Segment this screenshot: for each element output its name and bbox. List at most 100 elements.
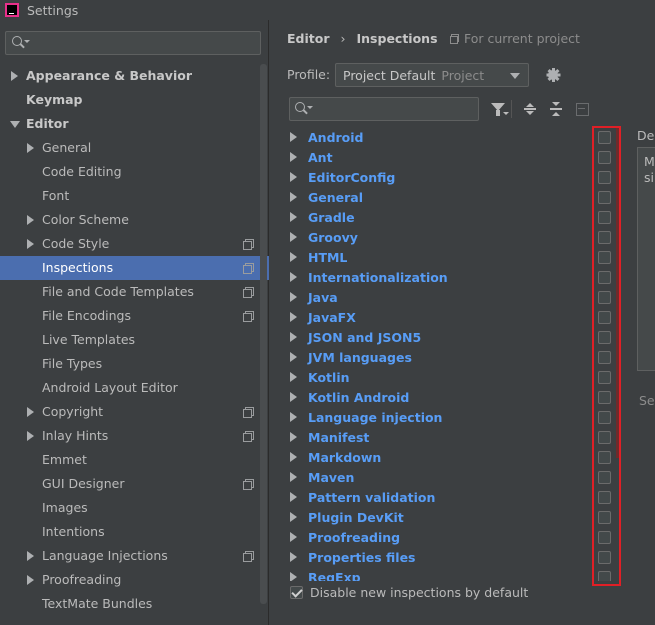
inspection-enable-checkbox[interactable] (598, 371, 611, 384)
inspection-group-row[interactable]: Android (285, 127, 620, 147)
sidebar-item-font[interactable]: Font (0, 184, 269, 208)
expand-arrow-icon[interactable] (290, 232, 297, 242)
sidebar-item-color-scheme[interactable]: Color Scheme (0, 208, 269, 232)
gear-icon[interactable] (546, 68, 560, 82)
sidebar-item-android-layout-editor[interactable]: Android Layout Editor (0, 376, 269, 400)
inspection-enable-checkbox[interactable] (598, 131, 611, 144)
inspection-enable-checkbox[interactable] (598, 351, 611, 364)
inspection-enable-checkbox[interactable] (598, 251, 611, 264)
inspections-search-input[interactable] (315, 102, 475, 116)
expand-arrow-icon[interactable] (290, 252, 297, 262)
expand-arrow-icon[interactable] (27, 575, 34, 585)
expand-arrow-icon[interactable] (290, 372, 297, 382)
inspection-enable-checkbox[interactable] (598, 331, 611, 344)
inspection-group-row[interactable]: General (285, 187, 620, 207)
inspection-enable-checkbox[interactable] (598, 511, 611, 524)
expand-arrow-icon[interactable] (27, 215, 34, 225)
inspection-group-row[interactable]: JavaFX (285, 307, 620, 327)
expand-arrow-icon[interactable] (27, 431, 34, 441)
inspection-enable-checkbox[interactable] (598, 211, 611, 224)
expand-arrow-icon[interactable] (290, 292, 297, 302)
expand-arrow-icon[interactable] (290, 152, 297, 162)
sidebar-item-code-editing[interactable]: Code Editing (0, 160, 269, 184)
inspection-group-row[interactable]: Ant (285, 147, 620, 167)
sidebar-item-code-style[interactable]: Code Style (0, 232, 269, 256)
inspection-group-row[interactable]: Kotlin (285, 367, 620, 387)
inspection-group-row[interactable]: Markdown (285, 447, 620, 467)
sidebar-item-images[interactable]: Images (0, 496, 269, 520)
sidebar-item-language-injections[interactable]: Language Injections (0, 544, 269, 568)
inspection-group-row[interactable]: RegExp (285, 567, 620, 581)
expand-arrow-icon[interactable] (290, 272, 297, 282)
inspection-group-row[interactable]: Gradle (285, 207, 620, 227)
inspection-group-row[interactable]: Properties files (285, 547, 620, 567)
inspection-group-row[interactable]: Groovy (285, 227, 620, 247)
expand-arrow-icon[interactable] (290, 572, 297, 581)
inspection-group-row[interactable]: EditorConfig (285, 167, 620, 187)
filter-icon[interactable] (490, 101, 509, 117)
inspection-group-row[interactable]: Manifest (285, 427, 620, 447)
inspections-scrollbar[interactable] (616, 128, 620, 458)
disable-new-inspections-label[interactable]: Disable new inspections by default (310, 585, 528, 600)
sidebar-item-copyright[interactable]: Copyright (0, 400, 269, 424)
inspection-enable-checkbox[interactable] (598, 151, 611, 164)
inspection-group-row[interactable]: Pattern validation (285, 487, 620, 507)
inspection-enable-checkbox[interactable] (598, 491, 611, 504)
inspection-group-row[interactable]: JSON and JSON5 (285, 327, 620, 347)
sidebar-item-file-types[interactable]: File Types (0, 352, 269, 376)
profile-dropdown[interactable]: Project Default Project (335, 63, 529, 87)
settings-search-box[interactable] (5, 31, 261, 55)
expand-arrow-icon[interactable] (290, 512, 297, 522)
inspection-enable-checkbox[interactable] (598, 431, 611, 444)
inspection-enable-checkbox[interactable] (598, 471, 611, 484)
expand-arrow-icon[interactable] (290, 312, 297, 322)
inspection-enable-checkbox[interactable] (598, 531, 611, 544)
expand-arrow-icon[interactable] (290, 492, 297, 502)
collapse-arrow-icon[interactable] (10, 121, 20, 128)
expand-all-icon[interactable] (522, 101, 538, 117)
sidebar-item-inspections[interactable]: Inspections (0, 256, 269, 280)
sidebar-item-appearance-behavior[interactable]: Appearance & Behavior (0, 64, 269, 88)
sidebar-item-emmet[interactable]: Emmet (0, 448, 269, 472)
expand-arrow-icon[interactable] (27, 551, 34, 561)
inspection-enable-checkbox[interactable] (598, 551, 611, 564)
sidebar-item-live-templates[interactable]: Live Templates (0, 328, 269, 352)
expand-arrow-icon[interactable] (290, 132, 297, 142)
expand-arrow-icon[interactable] (27, 407, 34, 417)
sidebar-item-proofreading[interactable]: Proofreading (0, 568, 269, 592)
sidebar-item-keymap[interactable]: Keymap (0, 88, 269, 112)
collapse-all-icon[interactable] (548, 101, 564, 117)
expand-arrow-icon[interactable] (290, 332, 297, 342)
reset-icon[interactable] (574, 101, 590, 117)
settings-search-input[interactable] (32, 36, 252, 50)
inspection-enable-checkbox[interactable] (598, 171, 611, 184)
expand-arrow-icon[interactable] (290, 172, 297, 182)
disable-new-inspections-checkbox[interactable] (290, 586, 303, 599)
sidebar-item-textmate-bundles[interactable]: TextMate Bundles (0, 592, 269, 616)
inspection-group-row[interactable]: Kotlin Android (285, 387, 620, 407)
inspection-group-row[interactable]: HTML (285, 247, 620, 267)
inspection-group-row[interactable]: Plugin DevKit (285, 507, 620, 527)
sidebar-item-general[interactable]: General (0, 136, 269, 160)
expand-arrow-icon[interactable] (27, 143, 34, 153)
inspection-group-row[interactable]: JVM languages (285, 347, 620, 367)
sidebar-item-gui-designer[interactable]: GUI Designer (0, 472, 269, 496)
search-icon[interactable] (12, 36, 30, 50)
expand-arrow-icon[interactable] (11, 71, 18, 81)
inspection-enable-checkbox[interactable] (598, 571, 611, 581)
inspection-group-row[interactable]: Maven (285, 467, 620, 487)
inspection-group-row[interactable]: Java (285, 287, 620, 307)
inspection-enable-checkbox[interactable] (598, 271, 611, 284)
sidebar-item-inlay-hints[interactable]: Inlay Hints (0, 424, 269, 448)
inspection-group-row[interactable]: Proofreading (285, 527, 620, 547)
inspection-enable-checkbox[interactable] (598, 291, 611, 304)
inspection-group-row[interactable]: Language injection (285, 407, 620, 427)
expand-arrow-icon[interactable] (290, 392, 297, 402)
breadcrumb-editor[interactable]: Editor (287, 31, 330, 46)
inspection-enable-checkbox[interactable] (598, 231, 611, 244)
expand-arrow-icon[interactable] (290, 552, 297, 562)
sidebar-scrollbar[interactable] (260, 64, 267, 604)
inspections-search-box[interactable] (289, 97, 479, 121)
inspection-enable-checkbox[interactable] (598, 191, 611, 204)
search-icon[interactable] (295, 102, 313, 116)
